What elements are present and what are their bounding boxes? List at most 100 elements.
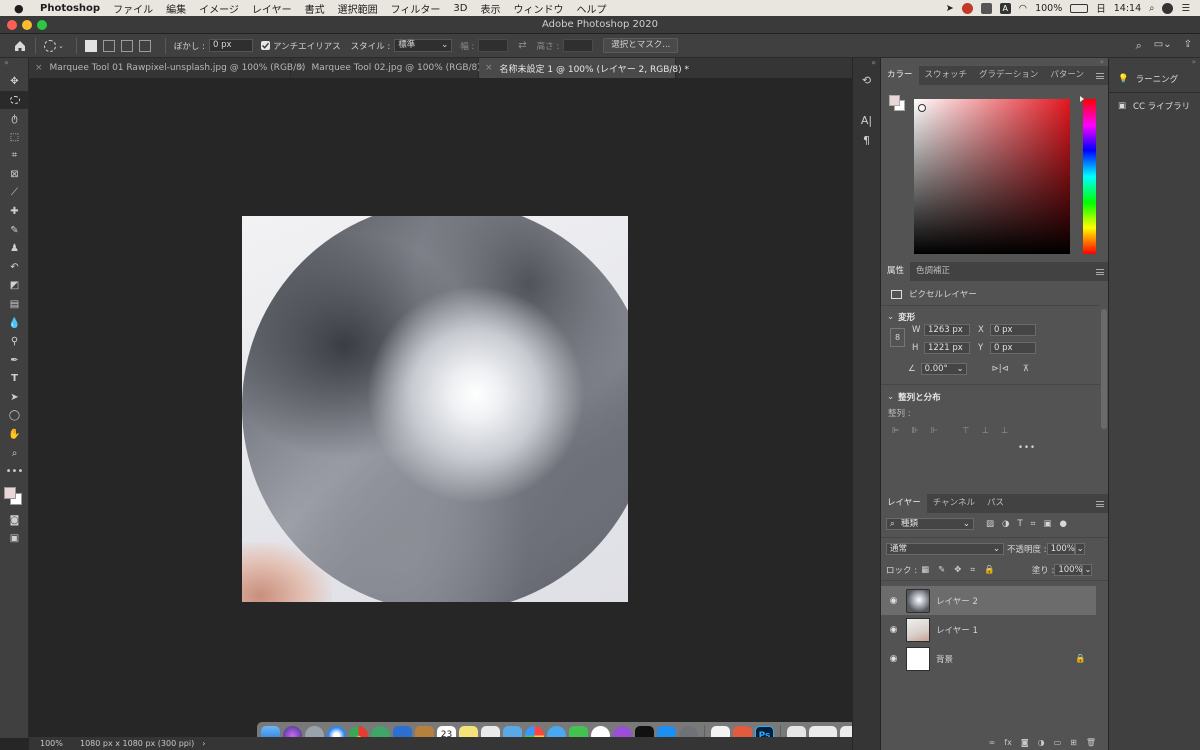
link-icon[interactable]: 8: [890, 328, 905, 347]
link-dimensions-toggle[interactable]: 8: [890, 328, 905, 347]
angle-input[interactable]: 0.00° ⌄: [920, 363, 967, 375]
align-left-icon[interactable]: ⊫: [892, 426, 899, 436]
menu-help[interactable]: ヘルプ: [576, 1, 606, 16]
lock-artboard-icon[interactable]: ⌗: [970, 565, 975, 575]
document-info[interactable]: 1080 px x 1080 px (300 ppi): [80, 739, 194, 748]
align-right-icon[interactable]: ⊩: [931, 426, 938, 436]
height-input[interactable]: 1221 px: [924, 342, 970, 354]
elliptical-marquee-preset-icon[interactable]: [44, 39, 56, 52]
align-top-icon[interactable]: ⊤: [962, 426, 969, 436]
new-layer-icon[interactable]: ⊞: [1070, 738, 1077, 750]
hue-slider-handle[interactable]: [1080, 96, 1084, 102]
chevron-right-icon[interactable]: ›: [202, 739, 205, 748]
opacity-input[interactable]: 100%: [1046, 543, 1075, 555]
transform-section-header[interactable]: ⌄ 変形: [887, 311, 915, 323]
new-adjustment-layer-icon[interactable]: ◑: [1038, 738, 1045, 750]
visibility-eye-icon[interactable]: ◉: [881, 596, 906, 606]
frame-tool-icon[interactable]: ⊠: [0, 165, 29, 184]
width-input[interactable]: [478, 39, 509, 52]
tab-document-3[interactable]: × 名称未設定 1 @ 100% (レイヤー 2, RGB/8) *: [479, 58, 689, 78]
style-select[interactable]: 標準 ⌄: [394, 39, 453, 52]
antialias-checkbox[interactable]: [260, 41, 270, 50]
menu-file[interactable]: ファイル: [113, 1, 153, 16]
add-mask-icon[interactable]: ◙: [1021, 738, 1029, 750]
panel-collapse-grip[interactable]: »: [0, 58, 28, 72]
clone-stamp-tool-icon[interactable]: ♟: [0, 239, 29, 258]
eyedropper-tool-icon[interactable]: ⟋: [0, 184, 29, 203]
filter-shape-icon[interactable]: ⌗: [1031, 519, 1036, 529]
healing-brush-tool-icon[interactable]: ✚: [0, 202, 29, 221]
tab-paths[interactable]: パス: [981, 494, 1010, 513]
search-icon[interactable]: ⌕: [1149, 3, 1154, 14]
new-selection-mode-button[interactable]: [84, 39, 97, 52]
menu-filter[interactable]: フィルター: [391, 1, 441, 16]
tab-document-2[interactable]: × Marquee Tool 02.jpg @ 100% (RGB/8) *: [291, 58, 488, 78]
filter-type-icon[interactable]: T: [1017, 519, 1022, 529]
fill-dropdown-button[interactable]: ⌄: [1082, 564, 1093, 576]
hue-slider[interactable]: [1080, 96, 1096, 254]
apple-menu-icon[interactable]: ●: [14, 2, 28, 15]
layer-row-layer-2[interactable]: ◉ レイヤー 2: [881, 586, 1096, 615]
subtract-selection-mode-button[interactable]: [120, 39, 133, 52]
tab-gradients[interactable]: グラデーション: [973, 66, 1044, 85]
align-section-header[interactable]: ⌄ 整列と分布: [887, 391, 941, 403]
user-avatar[interactable]: [1162, 2, 1174, 14]
quick-mask-icon[interactable]: ◙: [0, 511, 29, 530]
tab-channels[interactable]: チャンネル: [927, 494, 981, 513]
opacity-dropdown-button[interactable]: ⌄: [1074, 543, 1085, 555]
zoom-tool-icon[interactable]: ⌕: [0, 444, 29, 463]
menubar-time[interactable]: 14:14: [1114, 3, 1141, 14]
layer-name[interactable]: 背景: [936, 653, 953, 665]
dodge-tool-icon[interactable]: ⚲: [0, 332, 29, 351]
paragraph-panel-icon[interactable]: ¶: [853, 130, 880, 150]
filter-smart-object-icon[interactable]: ▣: [1043, 519, 1051, 529]
close-tab-icon[interactable]: ×: [297, 63, 305, 73]
color-swatches[interactable]: [0, 481, 29, 511]
ellipse-shape-tool-icon[interactable]: ◯: [0, 407, 29, 426]
hand-tool-icon[interactable]: ✋: [0, 425, 29, 444]
history-panel-icon[interactable]: ⟲: [853, 70, 880, 90]
foreground-color-swatch[interactable]: [4, 487, 16, 500]
x-input[interactable]: 0 px: [990, 324, 1036, 336]
type-tool-icon[interactable]: T: [0, 370, 29, 389]
learn-panel-button[interactable]: 💡 ラーニング: [1109, 66, 1200, 92]
swap-dimensions-icon[interactable]: ⇄: [518, 40, 526, 51]
history-brush-tool-icon[interactable]: ↶: [0, 258, 29, 277]
layer-filter-select[interactable]: ⌕ 種類 ⌄: [886, 518, 974, 530]
more-options-button[interactable]: •••: [1018, 443, 1036, 453]
tab-document-1[interactable]: × Marquee Tool 01 Rawpixel-unsplash.jpg …: [29, 58, 305, 78]
select-and-mask-button[interactable]: 選択とマスク...: [603, 38, 679, 53]
battery-icon[interactable]: [1070, 3, 1089, 13]
y-input[interactable]: 0 px: [990, 342, 1036, 354]
flip-vertical-icon[interactable]: ⊼: [1023, 364, 1029, 374]
input-method-icon[interactable]: A: [999, 2, 1011, 14]
crop-tool-icon[interactable]: ⌗: [0, 146, 29, 165]
tab-color[interactable]: カラー: [881, 66, 919, 85]
filter-adjustment-icon[interactable]: ◑: [1002, 519, 1009, 529]
align-bottom-icon[interactable]: ⊥: [1001, 426, 1008, 436]
search-icon[interactable]: ⌕: [1136, 39, 1142, 53]
link-layers-icon[interactable]: ∞: [989, 738, 996, 750]
layer-name[interactable]: レイヤー 1: [936, 624, 978, 636]
new-group-icon[interactable]: ▭: [1054, 738, 1062, 750]
screen-mode-icon[interactable]: ▣: [0, 530, 29, 549]
color-field[interactable]: [914, 99, 1070, 254]
pen-tool-icon[interactable]: ✒: [0, 351, 29, 370]
flip-horizontal-icon[interactable]: ⊳|⊲: [992, 364, 1009, 374]
menu-view[interactable]: 表示: [480, 1, 500, 16]
eraser-tool-icon[interactable]: ◩: [0, 277, 29, 296]
control-center-icon[interactable]: ☰: [1181, 3, 1190, 14]
menubar-date[interactable]: 日: [1096, 1, 1106, 15]
tab-patterns[interactable]: パターン: [1044, 66, 1090, 85]
lock-icon[interactable]: 🔒: [1075, 654, 1086, 664]
close-tab-icon[interactable]: ×: [485, 63, 493, 73]
zoom-level[interactable]: 100%: [40, 739, 80, 748]
fill-input[interactable]: 100%: [1054, 564, 1083, 576]
delete-layer-icon[interactable]: 🗑: [1086, 738, 1096, 750]
gradient-tool-icon[interactable]: ▤: [0, 295, 29, 314]
layer-row-background[interactable]: ◉ 背景 🔒: [881, 644, 1096, 673]
close-tab-icon[interactable]: ×: [35, 63, 43, 73]
menu-layer[interactable]: レイヤー: [252, 1, 292, 16]
move-tool-icon[interactable]: ✥: [0, 72, 29, 91]
tab-swatches[interactable]: スウォッチ: [919, 66, 974, 85]
